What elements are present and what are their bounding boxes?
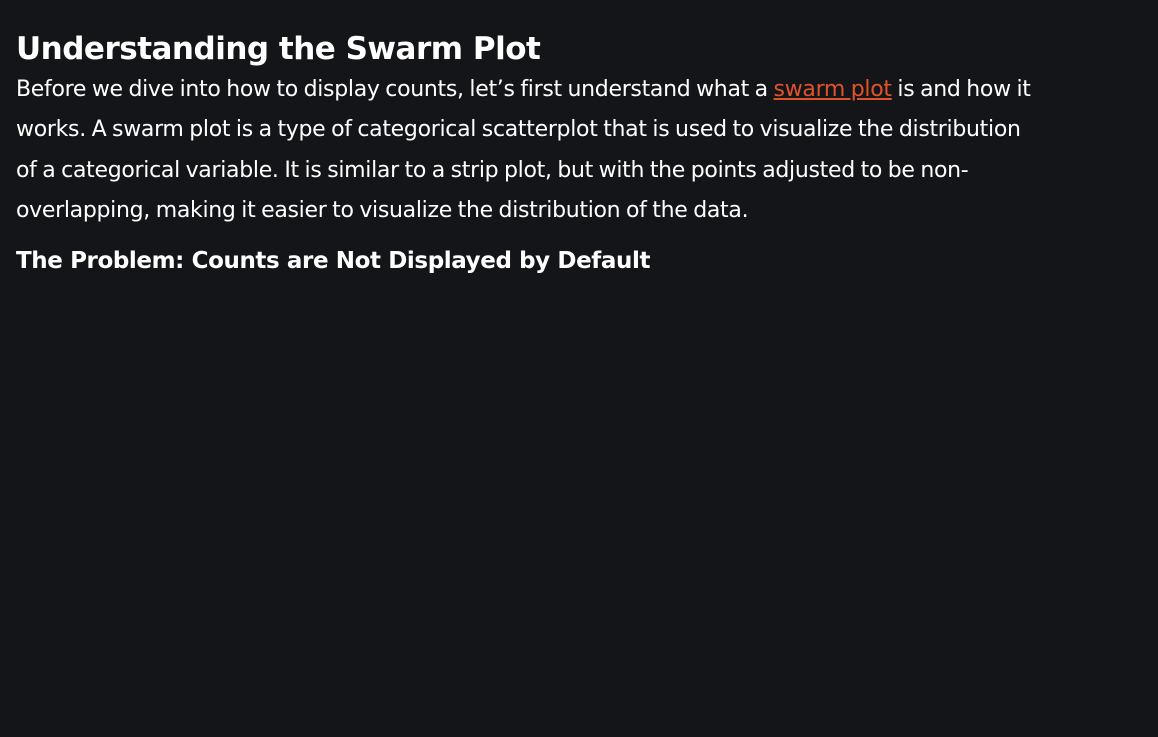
intro-paragraph: Before we dive into how to display count… <box>16 70 1046 231</box>
paragraph-text-before-link: Before we dive into how to display count… <box>16 77 774 102</box>
subsection-heading: The Problem: Counts are Not Displayed by… <box>16 248 651 275</box>
section-heading: Understanding the Swarm Plot <box>16 31 541 67</box>
article-content: Understanding the Swarm Plot Before we d… <box>0 28 1062 277</box>
swarm-plot-link[interactable]: swarm plot <box>774 77 892 102</box>
